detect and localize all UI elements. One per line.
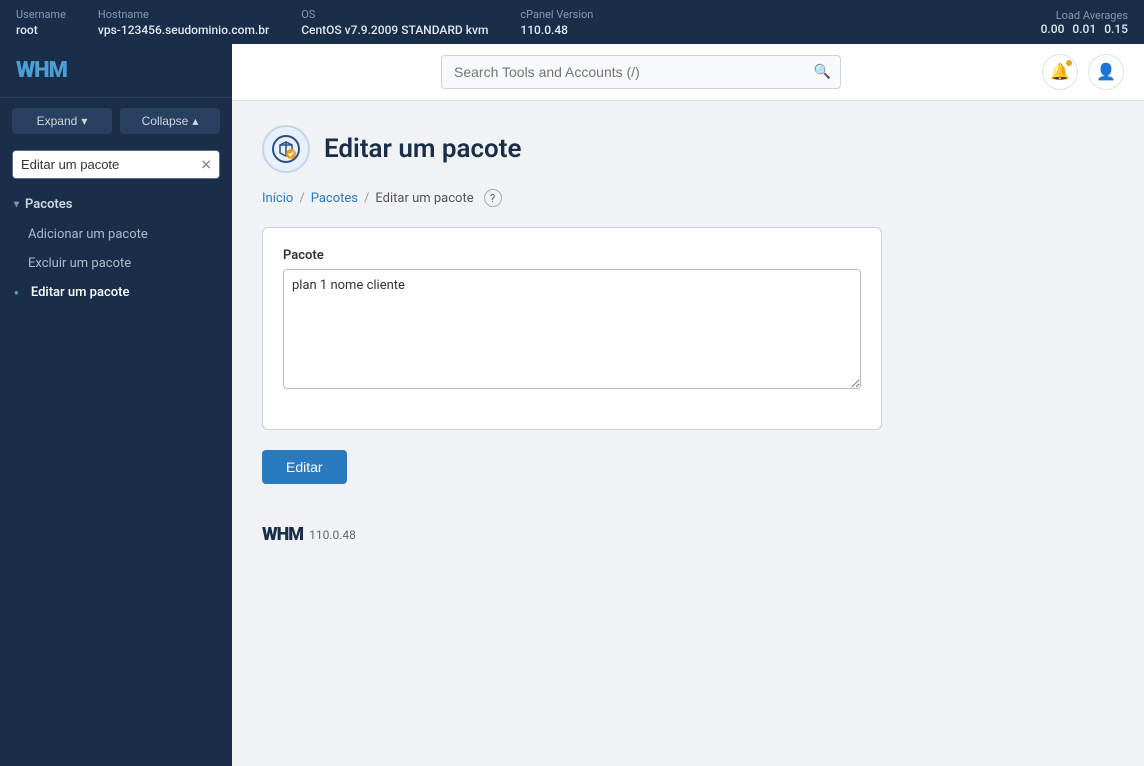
package-edit-icon bbox=[272, 135, 300, 163]
username-value: root bbox=[16, 23, 66, 37]
help-icon[interactable]: ? bbox=[484, 189, 502, 207]
sidebar-item-editar-label: Editar um pacote bbox=[31, 285, 130, 300]
load-averages: Load Averages 0.00 0.01 0.15 bbox=[1041, 9, 1128, 36]
cpanel-info: cPanel Version 110.0.48 bbox=[520, 8, 593, 37]
header-bar: 🔍 🔔 👤 bbox=[232, 44, 1144, 101]
user-menu-button[interactable]: 👤 bbox=[1088, 54, 1124, 90]
notification-dot bbox=[1065, 59, 1073, 67]
sidebar-section-label: Pacotes bbox=[25, 197, 72, 212]
pacote-form-group: Pacote plan 1 nome cliente bbox=[283, 248, 861, 393]
page-header: Editar um pacote bbox=[262, 125, 1114, 173]
expand-icon: ▾ bbox=[81, 114, 87, 128]
collapse-icon: ▴ bbox=[192, 114, 198, 128]
load-2: 0.01 bbox=[1072, 22, 1096, 36]
load-1: 0.00 bbox=[1041, 22, 1065, 36]
header-search-wrapper: 🔍 bbox=[252, 55, 1030, 89]
sidebar-logo: WHM bbox=[0, 44, 232, 98]
load-label: Load Averages bbox=[1041, 9, 1128, 22]
chevron-down-icon: ▾ bbox=[14, 199, 19, 210]
sidebar-search-clear-button[interactable]: ✕ bbox=[200, 156, 212, 173]
header-search-input[interactable] bbox=[441, 55, 841, 89]
sidebar-item-excluir-label: Excluir um pacote bbox=[28, 256, 131, 271]
page-title: Editar um pacote bbox=[324, 134, 521, 164]
header-search-container: 🔍 bbox=[441, 55, 841, 89]
username-info: Username root bbox=[16, 8, 66, 37]
username-label: Username bbox=[16, 8, 66, 21]
footer-logo: WHM 110.0.48 bbox=[262, 524, 1114, 545]
os-value: CentOS v7.9.2009 STANDARD kvm bbox=[301, 23, 488, 37]
collapse-button[interactable]: Collapse ▴ bbox=[120, 108, 220, 134]
pacote-textarea[interactable]: plan 1 nome cliente bbox=[283, 269, 861, 389]
sidebar-search-input[interactable] bbox=[12, 150, 220, 179]
hostname-info: Hostname vps-123456.seudominio.com.br bbox=[98, 8, 269, 37]
edit-button[interactable]: Editar bbox=[262, 450, 347, 484]
whm-logo: WHM bbox=[16, 58, 67, 83]
sidebar-section-pacotes: ▾ Pacotes Adicionar um pacote Excluir um… bbox=[0, 185, 232, 311]
collapse-label: Collapse bbox=[142, 114, 189, 128]
cpanel-value: 110.0.48 bbox=[520, 23, 593, 37]
breadcrumb: Início / Pacotes / Editar um pacote ? bbox=[262, 189, 1114, 207]
footer-version: 110.0.48 bbox=[309, 528, 356, 542]
footer-whm-logo-text: WHM bbox=[262, 524, 303, 545]
breadcrumb-sep-1: / bbox=[299, 191, 304, 206]
os-info: OS CentOS v7.9.2009 STANDARD kvm bbox=[301, 8, 488, 37]
top-bar: Username root Hostname vps-123456.seudom… bbox=[0, 0, 1144, 44]
os-label: OS bbox=[301, 8, 488, 21]
user-icon: 👤 bbox=[1096, 62, 1116, 82]
hostname-value: vps-123456.seudominio.com.br bbox=[98, 23, 269, 37]
hostname-label: Hostname bbox=[98, 8, 269, 21]
sidebar-item-adicionar[interactable]: Adicionar um pacote bbox=[0, 220, 232, 249]
sidebar-item-adicionar-label: Adicionar um pacote bbox=[28, 227, 148, 242]
load-3: 0.15 bbox=[1104, 22, 1128, 36]
sidebar-buttons: Expand ▾ Collapse ▴ bbox=[0, 98, 232, 144]
sidebar-section-header-pacotes[interactable]: ▾ Pacotes bbox=[0, 189, 232, 220]
expand-button[interactable]: Expand ▾ bbox=[12, 108, 112, 134]
page-footer: WHM 110.0.48 bbox=[262, 484, 1114, 545]
sidebar-item-editar[interactable]: Editar um pacote bbox=[0, 278, 232, 307]
page-icon bbox=[262, 125, 310, 173]
breadcrumb-home[interactable]: Início bbox=[262, 191, 293, 206]
sidebar-search-container: ✕ bbox=[12, 150, 220, 179]
sidebar-search-wrapper: ✕ bbox=[0, 144, 232, 185]
header-actions: 🔔 👤 bbox=[1042, 54, 1124, 90]
content-area: 🔍 🔔 👤 bbox=[232, 44, 1144, 766]
breadcrumb-current: Editar um pacote bbox=[375, 191, 473, 206]
form-card: Pacote plan 1 nome cliente bbox=[262, 227, 882, 430]
cpanel-label: cPanel Version bbox=[520, 8, 593, 21]
pacote-label: Pacote bbox=[283, 248, 861, 263]
search-icon: 🔍 bbox=[814, 64, 831, 80]
sidebar: WHM Expand ▾ Collapse ▴ ✕ ▾ Pacotes bbox=[0, 44, 232, 766]
page-content: Editar um pacote Início / Pacotes / Edit… bbox=[232, 101, 1144, 766]
breadcrumb-section[interactable]: Pacotes bbox=[311, 191, 358, 206]
expand-label: Expand bbox=[37, 114, 78, 128]
sidebar-item-excluir[interactable]: Excluir um pacote bbox=[0, 249, 232, 278]
notifications-button[interactable]: 🔔 bbox=[1042, 54, 1078, 90]
breadcrumb-sep-2: / bbox=[364, 191, 369, 206]
